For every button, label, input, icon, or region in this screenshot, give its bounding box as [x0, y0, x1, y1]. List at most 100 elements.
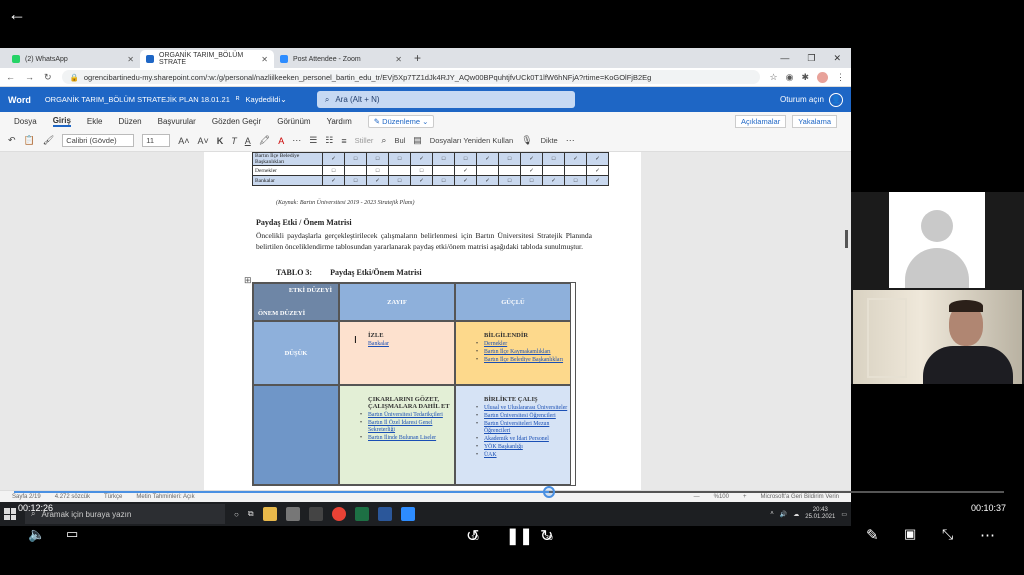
- list-item[interactable]: Bartın Üniversiteleri Mezun Öğrencileri: [476, 421, 570, 435]
- scrollbar-thumb[interactable]: [845, 230, 848, 248]
- close-window-icon[interactable]: ✕: [833, 53, 841, 64]
- list-item[interactable]: Bartın İlçe Belediye Başkanlıkları: [476, 357, 570, 364]
- list-item[interactable]: Bartın İl Özel İdaresi Genel Sekreterliğ…: [360, 420, 454, 434]
- skip-back-button[interactable]: ↺ 10: [466, 526, 479, 546]
- italic-icon[interactable]: T: [231, 136, 237, 146]
- font-color-icon[interactable]: A: [278, 136, 284, 146]
- volume-icon[interactable]: 🔈: [28, 526, 45, 543]
- zoom-taskbar-icon[interactable]: [400, 507, 415, 521]
- taskbar-search[interactable]: ⌕ Aramak için buraya yazın: [25, 504, 225, 524]
- tab-word-document[interactable]: ORGANİK TARIM_BÖLÜM STRATE ✕: [140, 50, 274, 68]
- list-item[interactable]: YÖK Başkanlığı: [476, 444, 570, 451]
- underline-icon[interactable]: A: [245, 136, 251, 146]
- tab-giris[interactable]: Giriş: [52, 116, 71, 127]
- picture-in-picture-icon[interactable]: ▣: [904, 526, 916, 542]
- back-arrow-icon[interactable]: ←: [8, 4, 26, 25]
- volume-tray-icon[interactable]: 🔊: [780, 511, 787, 518]
- close-tab-icon[interactable]: ✕: [395, 55, 402, 64]
- menu-icon[interactable]: ⋮: [836, 72, 845, 83]
- undo-icon[interactable]: ↶: [8, 135, 16, 146]
- new-tab-button[interactable]: +: [414, 51, 421, 65]
- app-icon[interactable]: [285, 507, 300, 521]
- shrink-font-icon[interactable]: A˅: [197, 136, 208, 146]
- list-item[interactable]: Dernekler: [476, 341, 570, 348]
- bullets-icon[interactable]: ☰: [309, 135, 317, 146]
- puzzle-icon[interactable]: ✱: [801, 72, 809, 83]
- list-item[interactable]: Bartın Üniversitesi Tedarikçileri: [360, 412, 454, 419]
- tab-duzen[interactable]: Düzen: [118, 117, 141, 126]
- vertical-scrollbar[interactable]: [843, 152, 851, 490]
- highlight-icon[interactable]: 🖍: [259, 135, 270, 146]
- restore-icon[interactable]: ❐: [807, 53, 815, 64]
- dictate-button[interactable]: Dikte: [541, 136, 558, 145]
- progress-knob[interactable]: [542, 486, 555, 498]
- bold-icon[interactable]: K: [217, 136, 224, 146]
- word-taskbar-icon[interactable]: [377, 507, 392, 521]
- tab-yardim[interactable]: Yardım: [327, 117, 352, 126]
- reload-icon[interactable]: ↻: [44, 72, 52, 83]
- file-explorer-icon[interactable]: [262, 507, 277, 521]
- word-app-name[interactable]: Word: [8, 95, 31, 105]
- tab-ekle[interactable]: Ekle: [87, 117, 103, 126]
- find-button[interactable]: Bul: [394, 136, 405, 145]
- close-tab-icon[interactable]: ✕: [127, 55, 134, 64]
- list-item[interactable]: Bartın İlinde Bulunan Liseler: [360, 435, 454, 442]
- language[interactable]: Türkçe: [104, 494, 122, 500]
- document-page[interactable]: Bartın İlçe Belediye Başkanlıkları ✓ □ □…: [204, 152, 641, 490]
- notification-icon[interactable]: ▭: [841, 511, 847, 518]
- profile-avatar[interactable]: [817, 71, 828, 83]
- tab-dosya[interactable]: Dosya: [14, 117, 37, 126]
- list-item[interactable]: Bartın İlçe Kaymakamlıkları: [476, 349, 570, 356]
- star-icon[interactable]: ☆: [770, 72, 778, 83]
- tab-zoom[interactable]: Post Attendee - Zoom ✕: [274, 50, 408, 68]
- text-predictions[interactable]: Metin Tahminleri: Açık: [136, 494, 194, 500]
- font-size-select[interactable]: 11: [142, 134, 171, 147]
- tab-basvurular[interactable]: Başvurular: [158, 117, 196, 126]
- list-item[interactable]: Bartın Üniversitesi Öğrencileri: [476, 413, 570, 420]
- comments-button[interactable]: Açıklamalar: [735, 114, 787, 128]
- numbering-icon[interactable]: ☷: [325, 135, 333, 146]
- url-field[interactable]: 🔒 ogrencibartinedu-my.sharepoint.com/:w:…: [61, 70, 760, 84]
- store-icon[interactable]: [308, 507, 323, 521]
- styles-button[interactable]: Stiller: [355, 136, 374, 145]
- playback-progress[interactable]: [14, 486, 1004, 498]
- tab-whatsapp[interactable]: (2) WhatsApp ✕: [6, 50, 140, 68]
- tab-gorunum[interactable]: Görünüm: [277, 117, 310, 126]
- list-item[interactable]: Ulusal ve Uluslararası Üniversiteler: [476, 405, 570, 412]
- pen-icon[interactable]: ✎: [866, 526, 879, 544]
- excel-icon[interactable]: [354, 507, 369, 521]
- close-tab-icon[interactable]: ✕: [261, 55, 268, 64]
- grow-font-icon[interactable]: A˄: [178, 136, 189, 146]
- font-family-select[interactable]: Calibri (Gövde): [62, 134, 135, 147]
- format-painter-icon[interactable]: 🖌: [43, 135, 54, 146]
- reuse-files-button[interactable]: Dosyaları Yeniden Kullan: [430, 136, 513, 145]
- back-icon[interactable]: ←: [6, 72, 15, 82]
- align-icon[interactable]: ≡: [341, 136, 346, 146]
- extension-icon[interactable]: ◉: [786, 72, 794, 83]
- windows-start-icon[interactable]: [4, 508, 16, 520]
- zoom-in-icon[interactable]: +: [743, 494, 747, 500]
- pause-icon[interactable]: ❚❚: [506, 526, 533, 546]
- skip-forward-button[interactable]: ↻ 30: [540, 526, 553, 546]
- captions-icon[interactable]: ▭: [66, 526, 78, 542]
- more-options-icon[interactable]: ⋯: [566, 135, 575, 146]
- tray-chevron-icon[interactable]: ˄: [770, 511, 774, 517]
- catchup-button[interactable]: Yakalama: [792, 114, 837, 128]
- more-icon[interactable]: ⋯: [292, 135, 301, 146]
- clock[interactable]: 20:43 25.01.2021: [805, 507, 835, 521]
- chrome-icon[interactable]: [331, 507, 346, 521]
- task-view-icon[interactable]: ⧉: [248, 509, 254, 519]
- sign-in-button[interactable]: Oturum açın 👤: [780, 92, 843, 107]
- tab-gozden-gecir[interactable]: Gözden Geçir: [212, 117, 261, 126]
- list-item[interactable]: ÜAK: [476, 452, 570, 459]
- editing-mode-dropdown[interactable]: ✎ Düzenleme ⌄: [367, 114, 435, 128]
- table-move-handle-icon[interactable]: ⊞: [244, 275, 252, 286]
- document-title[interactable]: ORGANİK TARIM_BÖLÜM STRATEJİK PLAN 18.01…: [45, 95, 230, 104]
- list-item[interactable]: Bankalar: [368, 341, 454, 348]
- more-options-icon[interactable]: ⋯: [980, 526, 995, 544]
- feedback-link[interactable]: Microsoft'a Geri Bildirim Verin: [761, 494, 840, 500]
- clipboard-icon[interactable]: 📋: [24, 135, 35, 146]
- find-icon[interactable]: ⌕: [381, 135, 386, 146]
- list-item[interactable]: Akademik ve İdari Personel: [476, 436, 570, 443]
- forward-icon[interactable]: →: [25, 72, 34, 82]
